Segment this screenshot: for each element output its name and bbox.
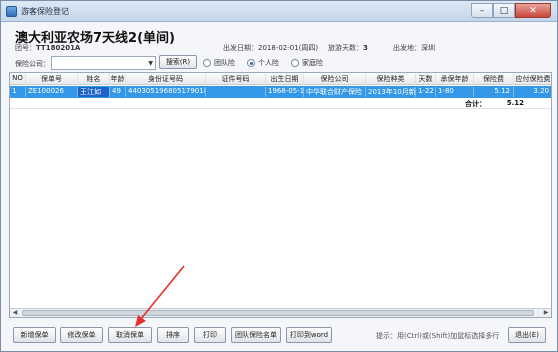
cell-insurance-type: 2013年10月新安 xyxy=(368,87,416,97)
radio-team-icon xyxy=(203,59,211,67)
print-button[interactable]: 打印 xyxy=(194,327,226,343)
title-bar: 游客保险登记 – □ ✕ xyxy=(1,1,557,22)
minimize-icon: – xyxy=(479,5,485,16)
total-row: 合计： 5.12 xyxy=(10,98,551,109)
radio-family-icon xyxy=(291,59,299,67)
team-insurance-list-button[interactable]: 团队保险名单 xyxy=(231,327,281,343)
cell-payable-premium: 3.20 xyxy=(514,87,551,97)
group-number: TT180201A xyxy=(36,44,81,52)
sort-button[interactable]: 排序 xyxy=(157,327,189,343)
column-header[interactable]: 出生日期 xyxy=(266,74,304,85)
column-header[interactable]: 年龄 xyxy=(110,74,126,85)
search-button[interactable]: 搜索(R) xyxy=(159,55,197,69)
scroll-right-icon[interactable]: ▶ xyxy=(541,309,551,317)
maximize-button[interactable]: □ xyxy=(493,3,515,18)
column-header[interactable]: 证件号码 xyxy=(206,74,266,85)
cell-days: 1-22 xyxy=(416,87,436,97)
depart-date-label: 出发日期： xyxy=(223,44,258,52)
window-title: 游客保险登记 xyxy=(21,7,69,16)
cancel-policy-button[interactable]: 取消保单 xyxy=(108,327,152,343)
column-header[interactable]: 天数 xyxy=(416,74,436,85)
column-header[interactable]: 承保年龄 xyxy=(436,74,474,85)
column-header[interactable]: 姓名 xyxy=(78,74,110,85)
radio-team[interactable]: 团队险 xyxy=(203,58,235,68)
chevron-down-icon: ▼ xyxy=(148,60,153,67)
cell-certificate-no xyxy=(206,87,266,97)
days-value: 3 xyxy=(363,44,368,52)
group-info: 团号：TT180201A xyxy=(15,43,80,53)
column-header[interactable]: 身份证号码 xyxy=(126,74,206,85)
depart-place-value: 深圳 xyxy=(421,44,435,52)
edit-policy-button[interactable]: 修改保单 xyxy=(60,327,103,343)
column-header[interactable]: 保险费 xyxy=(474,74,514,85)
scrollbar-thumb[interactable] xyxy=(22,310,534,316)
cell-no: 1 xyxy=(10,87,26,97)
cell-age: 49 xyxy=(110,87,126,97)
insurer-label: 保险公司： xyxy=(15,60,50,68)
group-label: 团号： xyxy=(15,44,36,52)
selection-hint: 提示：用(Ctrl)或(Shift)加鼠标选择多行 xyxy=(376,332,500,340)
app-icon xyxy=(6,6,17,17)
days-label: 旅游天数： xyxy=(328,44,363,52)
column-header[interactable]: 保单号 xyxy=(26,74,78,85)
radio-personal-label: 个人险 xyxy=(258,59,279,67)
radio-team-label: 团队险 xyxy=(214,59,235,67)
days-info: 旅游天数：3 xyxy=(328,43,368,53)
depart-date-value: 2018-02-01(周四) xyxy=(258,44,319,52)
print-to-word-button[interactable]: 打印到word xyxy=(286,327,332,343)
cell-name[interactable]: 王江如 xyxy=(78,87,110,97)
cell-premium: 5.12 xyxy=(474,87,514,97)
cell-birth-date: 1968-05-17 xyxy=(268,87,304,97)
column-header[interactable]: 保险种类 xyxy=(366,74,416,85)
table-row[interactable]: 1 ZE100026 王江如 49 440305196805179018 196… xyxy=(10,86,551,98)
insurer-select[interactable]: ▼ xyxy=(51,56,156,70)
cell-policy-no: ZE100026 xyxy=(26,87,78,97)
close-button[interactable]: ✕ xyxy=(515,3,551,18)
add-policy-button[interactable]: 新增保单 xyxy=(13,327,56,343)
total-label: 合计： xyxy=(465,100,486,108)
radio-family[interactable]: 家庭险 xyxy=(291,58,323,68)
table-header: NO 保单号 姓名 年龄 身份证号码 证件号码 出生日期 保险公司 保险种类 天… xyxy=(10,73,551,85)
column-header[interactable]: 保险公司 xyxy=(304,74,366,85)
column-header[interactable]: 应付保险费 xyxy=(514,74,551,85)
cell-age-range: 1-80 xyxy=(436,87,474,97)
exit-button[interactable]: 退出(E) xyxy=(508,327,546,343)
cell-insurer: 中华联合财产保险 xyxy=(304,87,366,97)
maximize-icon: □ xyxy=(499,5,509,16)
scroll-left-icon[interactable]: ◀ xyxy=(10,309,20,317)
horizontal-scrollbar[interactable]: ◀ ▶ xyxy=(10,308,551,317)
depart-date-info: 出发日期：2018-02-01(周四) xyxy=(223,43,318,53)
radio-personal[interactable]: 个人险 xyxy=(247,58,279,68)
insurance-window: 游客保险登记 – □ ✕ 澳大利亚农场7天线2(单间) 团号：TT180201A… xyxy=(0,0,558,352)
minimize-button[interactable]: – xyxy=(471,3,493,18)
total-value: 5.12 xyxy=(506,99,524,107)
depart-place-label: 出发地： xyxy=(393,44,421,52)
column-header[interactable]: NO xyxy=(10,74,26,85)
radio-personal-icon xyxy=(247,59,255,67)
close-icon: ✕ xyxy=(529,5,537,16)
radio-family-label: 家庭险 xyxy=(302,59,323,67)
depart-place-info: 出发地：深圳 xyxy=(393,43,435,53)
window-controls: – □ ✕ xyxy=(471,3,551,18)
cell-id-number: 440305196805179018 xyxy=(128,87,206,97)
policy-table: NO 保单号 姓名 年龄 身份证号码 证件号码 出生日期 保险公司 保险种类 天… xyxy=(9,72,552,318)
